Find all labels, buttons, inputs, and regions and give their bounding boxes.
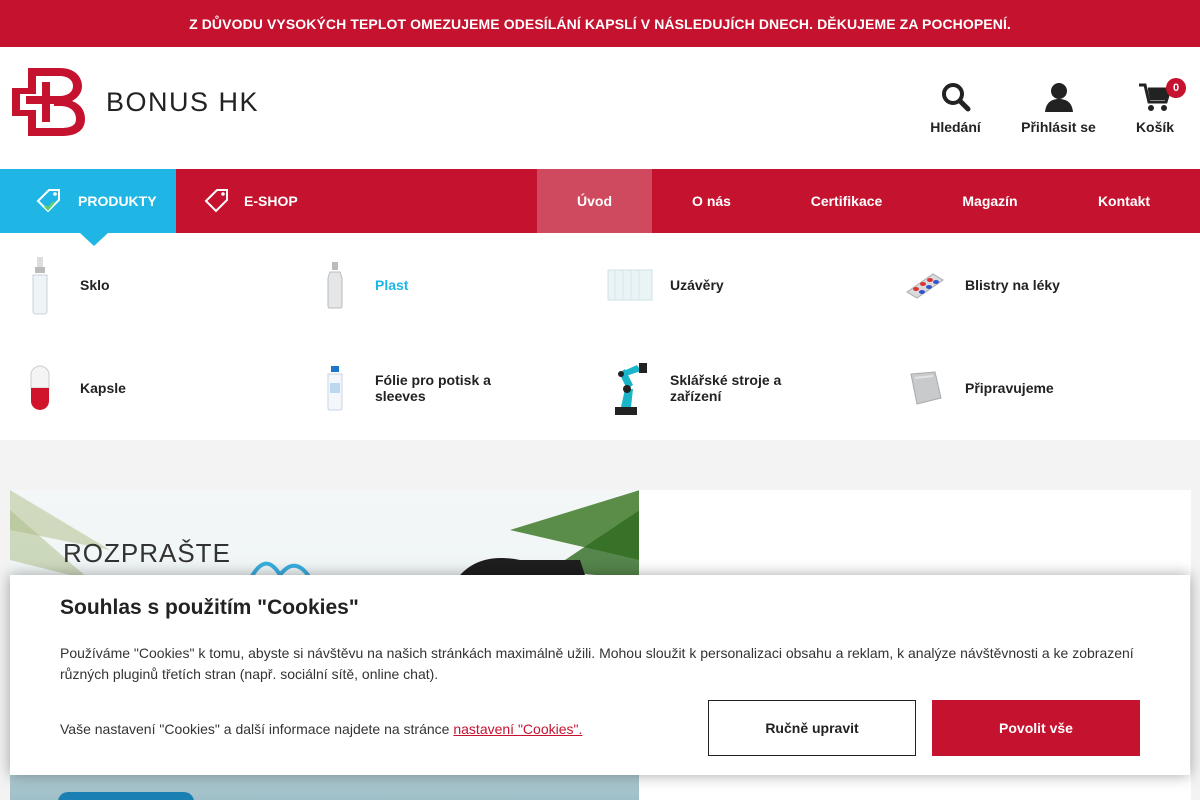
nav-eshop-label: E-SHOP: [244, 193, 298, 209]
nav-link-uvod[interactable]: Úvod: [537, 169, 652, 233]
product-label: Fólie pro potisk a sleeves: [375, 372, 491, 405]
search-label: Hledání: [930, 118, 981, 135]
robot-arm-icon: [600, 358, 660, 418]
nav-link-magazin[interactable]: Magazín: [922, 169, 1058, 233]
product-category-sklarske-stroje[interactable]: Sklářské stroje a zařízení: [590, 337, 885, 441]
product-category-plast[interactable]: Plast: [295, 233, 590, 337]
product-category-pripravujeme[interactable]: Připravujeme: [885, 337, 1200, 441]
glass-bottle-icon: [10, 255, 70, 315]
products-dropdown: Sklo Plast Uzávěry Blistry na léky Kapsl…: [0, 233, 1200, 440]
blister-icon: [895, 255, 955, 315]
user-icon: [1044, 82, 1073, 112]
logo[interactable]: BONUS HK: [10, 66, 259, 138]
top-announcement-banner: Z DŮVODU VYSOKÝCH TEPLOT OMEZUJEME ODESÍ…: [0, 0, 1200, 47]
nav-products[interactable]: PRODUKTY: [0, 169, 176, 246]
tag-icon: [204, 189, 228, 213]
tag-check-icon: [36, 189, 60, 213]
nav-link-kontakt[interactable]: Kontakt: [1058, 169, 1190, 233]
product-label: Uzávěry: [670, 276, 724, 293]
product-label: Plast: [375, 276, 409, 293]
nav-link-certifikace[interactable]: Certifikace: [771, 169, 922, 233]
product-label: Připravujeme: [965, 380, 1054, 397]
cookie-description: Používáme "Cookies" k tomu, abyste si ná…: [60, 645, 1134, 682]
cart-label: Košík: [1135, 118, 1175, 135]
product-category-uzavery[interactable]: Uzávěry: [590, 233, 885, 337]
product-category-sklo[interactable]: Sklo: [0, 233, 295, 337]
cookie-more-info: Vaše nastavení "Cookies" a další informa…: [60, 721, 582, 737]
nav-products-label: PRODUKTY: [78, 193, 157, 209]
cart-button[interactable]: Košík 0: [1110, 47, 1200, 169]
cookie-more-text: Vaše nastavení "Cookies" a další informa…: [60, 721, 454, 737]
product-label: Blistry na léky: [965, 276, 1060, 293]
product-category-kapsle[interactable]: Kapsle: [0, 337, 295, 441]
nav-link-o-nas[interactable]: O nás: [652, 169, 771, 233]
accept-all-button[interactable]: Povolit vše: [932, 700, 1140, 756]
login-label: Přihlásit se: [1021, 118, 1096, 135]
manual-settings-button[interactable]: Ručně upravit: [708, 700, 916, 756]
banner-text: Z DŮVODU VYSOKÝCH TEPLOT OMEZUJEME ODESÍ…: [189, 15, 1011, 32]
product-label: Kapsle: [80, 380, 126, 397]
site-header: BONUS HK Hledání Přihlásit se Košík 0: [0, 47, 1200, 169]
cookie-title: Souhlas s použitím "Cookies": [60, 596, 359, 619]
sleeve-bottle-icon: [305, 358, 365, 418]
cookie-settings-link[interactable]: nastavení "Cookies".: [453, 721, 582, 737]
logo-icon: [12, 68, 85, 136]
login-button[interactable]: Přihlásit se: [1007, 47, 1110, 169]
search-button[interactable]: Hledání: [904, 47, 1007, 169]
hero-cta-button[interactable]: [58, 792, 194, 800]
product-label: Sklo: [80, 276, 110, 293]
cart-count-badge: 0: [1166, 78, 1186, 98]
pouch-icon: [895, 358, 955, 418]
search-icon: [941, 82, 970, 111]
capsule-icon: [10, 358, 70, 418]
product-category-folie[interactable]: Fólie pro potisk a sleeves: [295, 337, 590, 441]
nav-eshop[interactable]: E-SHOP: [176, 169, 537, 233]
logo-text: BONUS HK: [106, 86, 260, 117]
plastic-bottle-icon: [305, 255, 365, 315]
main-navigation: PRODUKTY E-SHOP Úvod O nás Certifikace M…: [0, 169, 1200, 246]
caps-icon: [600, 255, 660, 315]
hero-title: ROZPRAŠTE: [63, 538, 231, 568]
product-category-blistry[interactable]: Blistry na léky: [885, 233, 1200, 337]
product-label: Sklářské stroje a zařízení: [670, 372, 782, 405]
cookie-consent-dialog: Souhlas s použitím "Cookies" Používáme "…: [10, 575, 1190, 775]
